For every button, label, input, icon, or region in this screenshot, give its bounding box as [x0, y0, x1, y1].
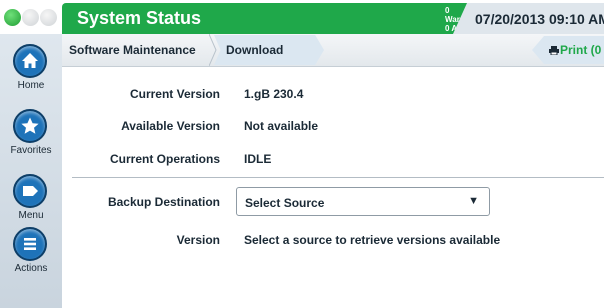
version-label: Version	[176, 233, 220, 247]
print-button[interactable]: Print (0	[532, 36, 604, 64]
available-version-value: Not available	[244, 119, 319, 133]
datetime-panel: 07/20/2013 09:10 AM	[453, 3, 604, 34]
current-operations-label: Current Operations	[109, 152, 220, 166]
software-download-panel: Current Version 1.gB 230.4 Available Ver…	[62, 67, 604, 308]
sidebar-item-label: Actions	[14, 263, 48, 274]
home-icon	[13, 44, 47, 78]
sidebar-item-favorites[interactable]: Favorites	[0, 109, 62, 159]
status-indicator-lights	[4, 9, 62, 26]
sidebar: Home Favorites Menu Actions	[0, 34, 62, 308]
printer-icon	[549, 46, 559, 55]
breadcrumb-software-maintenance[interactable]: Software Maintenance	[62, 34, 212, 66]
datetime-display: 07/20/2013 09:10 AM	[475, 11, 604, 27]
sidebar-item-home[interactable]: Home	[0, 44, 62, 94]
print-label: Print (0	[560, 43, 602, 57]
actions-icon	[13, 227, 47, 261]
sidebar-item-label: Favorites	[10, 145, 52, 156]
current-version-label: Current Version	[129, 87, 220, 101]
page-title: System Status	[77, 8, 202, 28]
green-status-light-icon	[4, 9, 21, 26]
dropdown-arrow-icon: ▼	[468, 195, 479, 207]
current-operations-value: IDLE	[244, 152, 272, 166]
system-status-bar[interactable]: System Status 0 Warning(s) 0 Alarm(s)	[62, 3, 486, 34]
version-value: Select a source to retrieve versions ava…	[244, 233, 501, 247]
section-divider	[72, 177, 604, 178]
breadcrumb-download[interactable]: Download	[214, 35, 324, 65]
sidebar-item-menu[interactable]: Menu	[0, 174, 62, 224]
top-bar: System Status 0 Warning(s) 0 Alarm(s) 07…	[0, 0, 604, 34]
breadcrumb-label: Download	[226, 43, 284, 57]
grey-status-light-icon	[22, 9, 39, 26]
sidebar-item-label: Menu	[18, 210, 44, 221]
current-version-value: 1.gB 230.4	[244, 87, 304, 101]
breadcrumb: Software Maintenance Download Print (0	[62, 34, 604, 67]
star-icon	[13, 109, 47, 143]
sidebar-item-label: Home	[17, 80, 45, 91]
breadcrumb-label: Software Maintenance	[69, 43, 196, 57]
backup-destination-label: Backup Destination	[107, 195, 220, 209]
available-version-label: Available Version	[121, 119, 220, 133]
sidebar-item-actions[interactable]: Actions	[0, 227, 62, 277]
select-value: Select Source	[245, 196, 325, 210]
menu-icon	[13, 174, 47, 208]
backup-destination-select[interactable]: Select Source ▼	[236, 187, 490, 216]
grey-status-light-icon	[40, 9, 57, 26]
